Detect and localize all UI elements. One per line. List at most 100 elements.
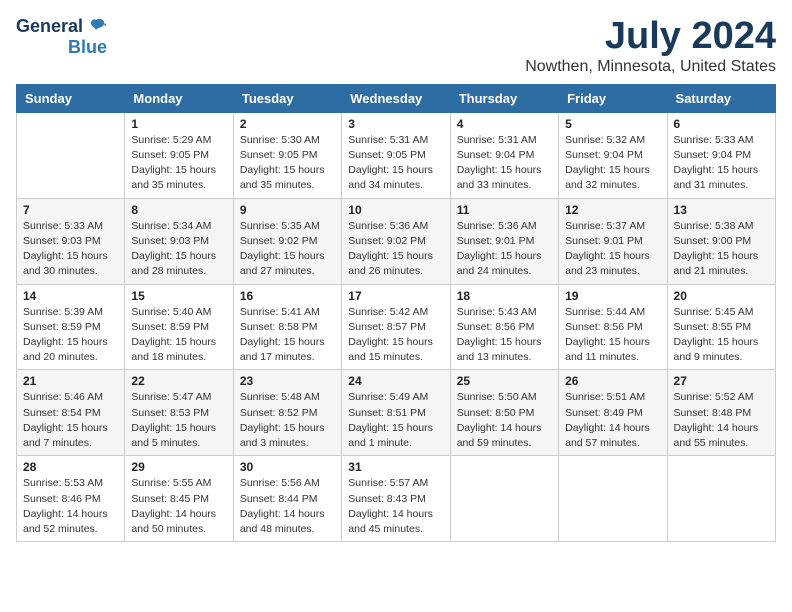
day-number: 11 — [457, 203, 552, 217]
calendar-cell: 20 Sunrise: 5:45 AM Sunset: 8:55 PM Dayli… — [667, 284, 775, 370]
day-number: 15 — [131, 289, 226, 303]
calendar-cell: 23 Sunrise: 5:48 AM Sunset: 8:52 PM Dayli… — [233, 370, 341, 456]
logo-bird-icon — [85, 16, 107, 38]
calendar-week-1: 1 Sunrise: 5:29 AM Sunset: 9:05 PM Daylig… — [17, 112, 776, 198]
weekday-header-wednesday: Wednesday — [342, 84, 450, 112]
day-info: Sunrise: 5:33 AM Sunset: 9:04 PM Dayligh… — [674, 133, 769, 194]
calendar-table: SundayMondayTuesdayWednesdayThursdayFrid… — [16, 84, 776, 542]
calendar-cell: 25 Sunrise: 5:50 AM Sunset: 8:50 PM Dayli… — [450, 370, 558, 456]
day-number: 6 — [674, 117, 769, 131]
calendar-cell: 4 Sunrise: 5:31 AM Sunset: 9:04 PM Daylig… — [450, 112, 558, 198]
weekday-header-saturday: Saturday — [667, 84, 775, 112]
calendar-cell — [667, 456, 775, 542]
weekday-header-tuesday: Tuesday — [233, 84, 341, 112]
day-number: 4 — [457, 117, 552, 131]
calendar-cell — [17, 112, 125, 198]
day-number: 16 — [240, 289, 335, 303]
day-number: 19 — [565, 289, 660, 303]
calendar-cell: 10Sunrise: 5:36 AM Sunset: 9:02 PM Dayli… — [342, 198, 450, 284]
calendar-cell: 24Sunrise: 5:49 AM Sunset: 8:51 PM Dayli… — [342, 370, 450, 456]
day-number: 30 — [240, 460, 335, 474]
day-info: Sunrise: 5:50 AM Sunset: 8:50 PM Dayligh… — [457, 390, 552, 451]
day-number: 20 — [674, 289, 769, 303]
calendar-cell: 21 Sunrise: 5:46 AM Sunset: 8:54 PM Dayli… — [17, 370, 125, 456]
day-number: 21 — [23, 374, 118, 388]
calendar-cell: 29 Sunrise: 5:55 AM Sunset: 8:45 PM Dayli… — [125, 456, 233, 542]
calendar-cell: 31 Sunrise: 5:57 AM Sunset: 8:43 PM Dayli… — [342, 456, 450, 542]
logo-text-blue: Blue — [68, 38, 107, 58]
calendar-cell: 7Sunrise: 5:33 AM Sunset: 9:03 PM Daylig… — [17, 198, 125, 284]
day-number: 29 — [131, 460, 226, 474]
day-info: Sunrise: 5:52 AM Sunset: 8:48 PM Dayligh… — [674, 390, 769, 451]
calendar-cell — [559, 456, 667, 542]
calendar-cell: 22Sunrise: 5:47 AM Sunset: 8:53 PM Dayli… — [125, 370, 233, 456]
day-number: 14 — [23, 289, 118, 303]
day-number: 23 — [240, 374, 335, 388]
calendar-cell: 6 Sunrise: 5:33 AM Sunset: 9:04 PM Daylig… — [667, 112, 775, 198]
day-info: Sunrise: 5:40 AM Sunset: 8:59 PM Dayligh… — [131, 305, 226, 366]
day-info: Sunrise: 5:38 AM Sunset: 9:00 PM Dayligh… — [674, 219, 769, 280]
day-number: 2 — [240, 117, 335, 131]
weekday-header-friday: Friday — [559, 84, 667, 112]
calendar-cell: 2 Sunrise: 5:30 AM Sunset: 9:05 PM Daylig… — [233, 112, 341, 198]
day-info: Sunrise: 5:32 AM Sunset: 9:04 PM Dayligh… — [565, 133, 660, 194]
day-number: 3 — [348, 117, 443, 131]
day-number: 22 — [131, 374, 226, 388]
weekday-header-monday: Monday — [125, 84, 233, 112]
calendar-cell: 26Sunrise: 5:51 AM Sunset: 8:49 PM Dayli… — [559, 370, 667, 456]
day-number: 31 — [348, 460, 443, 474]
day-info: Sunrise: 5:41 AM Sunset: 8:58 PM Dayligh… — [240, 305, 335, 366]
logo: General Blue — [16, 16, 107, 58]
calendar-cell: 30 Sunrise: 5:56 AM Sunset: 8:44 PM Dayli… — [233, 456, 341, 542]
day-info: Sunrise: 5:34 AM Sunset: 9:03 PM Dayligh… — [131, 219, 226, 280]
calendar-header: SundayMondayTuesdayWednesdayThursdayFrid… — [17, 84, 776, 112]
day-info: Sunrise: 5:45 AM Sunset: 8:55 PM Dayligh… — [674, 305, 769, 366]
calendar-week-5: 28Sunrise: 5:53 AM Sunset: 8:46 PM Dayli… — [17, 456, 776, 542]
calendar-week-4: 21 Sunrise: 5:46 AM Sunset: 8:54 PM Dayli… — [17, 370, 776, 456]
calendar-cell: 12 Sunrise: 5:37 AM Sunset: 9:01 PM Dayli… — [559, 198, 667, 284]
day-info: Sunrise: 5:57 AM Sunset: 8:43 PM Dayligh… — [348, 476, 443, 537]
day-info: Sunrise: 5:33 AM Sunset: 9:03 PM Dayligh… — [23, 219, 118, 280]
day-info: Sunrise: 5:56 AM Sunset: 8:44 PM Dayligh… — [240, 476, 335, 537]
day-number: 10 — [348, 203, 443, 217]
calendar-cell: 18 Sunrise: 5:43 AM Sunset: 8:56 PM Dayli… — [450, 284, 558, 370]
calendar-body: 1 Sunrise: 5:29 AM Sunset: 9:05 PM Daylig… — [17, 112, 776, 541]
day-info: Sunrise: 5:43 AM Sunset: 8:56 PM Dayligh… — [457, 305, 552, 366]
day-number: 1 — [131, 117, 226, 131]
day-info: Sunrise: 5:30 AM Sunset: 9:05 PM Dayligh… — [240, 133, 335, 194]
day-info: Sunrise: 5:29 AM Sunset: 9:05 PM Dayligh… — [131, 133, 226, 194]
day-number: 24 — [348, 374, 443, 388]
day-info: Sunrise: 5:37 AM Sunset: 9:01 PM Dayligh… — [565, 219, 660, 280]
day-number: 9 — [240, 203, 335, 217]
day-info: Sunrise: 5:55 AM Sunset: 8:45 PM Dayligh… — [131, 476, 226, 537]
day-number: 13 — [674, 203, 769, 217]
calendar-cell: 1 Sunrise: 5:29 AM Sunset: 9:05 PM Daylig… — [125, 112, 233, 198]
calendar-cell — [450, 456, 558, 542]
calendar-cell: 13 Sunrise: 5:38 AM Sunset: 9:00 PM Dayli… — [667, 198, 775, 284]
day-number: 17 — [348, 289, 443, 303]
weekday-header-thursday: Thursday — [450, 84, 558, 112]
calendar-cell: 15 Sunrise: 5:40 AM Sunset: 8:59 PM Dayli… — [125, 284, 233, 370]
day-info: Sunrise: 5:36 AM Sunset: 9:01 PM Dayligh… — [457, 219, 552, 280]
day-info: Sunrise: 5:48 AM Sunset: 8:52 PM Dayligh… — [240, 390, 335, 451]
calendar-cell: 5 Sunrise: 5:32 AM Sunset: 9:04 PM Daylig… — [559, 112, 667, 198]
calendar-cell: 11 Sunrise: 5:36 AM Sunset: 9:01 PM Dayli… — [450, 198, 558, 284]
calendar-cell: 3 Sunrise: 5:31 AM Sunset: 9:05 PM Daylig… — [342, 112, 450, 198]
calendar-cell: 8Sunrise: 5:34 AM Sunset: 9:03 PM Daylig… — [125, 198, 233, 284]
title-section: July 2024 Nowthen, Minnesota, United Sta… — [525, 16, 776, 76]
day-number: 12 — [565, 203, 660, 217]
day-number: 5 — [565, 117, 660, 131]
day-number: 18 — [457, 289, 552, 303]
header: General Blue July 2024 Nowthen, Minnesot… — [16, 16, 776, 76]
day-info: Sunrise: 5:31 AM Sunset: 9:04 PM Dayligh… — [457, 133, 552, 194]
location-title: Nowthen, Minnesota, United States — [525, 58, 776, 76]
calendar-cell: 19Sunrise: 5:44 AM Sunset: 8:56 PM Dayli… — [559, 284, 667, 370]
day-info: Sunrise: 5:42 AM Sunset: 8:57 PM Dayligh… — [348, 305, 443, 366]
calendar-week-2: 7Sunrise: 5:33 AM Sunset: 9:03 PM Daylig… — [17, 198, 776, 284]
day-info: Sunrise: 5:46 AM Sunset: 8:54 PM Dayligh… — [23, 390, 118, 451]
day-info: Sunrise: 5:51 AM Sunset: 8:49 PM Dayligh… — [565, 390, 660, 451]
day-number: 25 — [457, 374, 552, 388]
calendar-cell: 17 Sunrise: 5:42 AM Sunset: 8:57 PM Dayli… — [342, 284, 450, 370]
day-info: Sunrise: 5:31 AM Sunset: 9:05 PM Dayligh… — [348, 133, 443, 194]
calendar-cell: 16 Sunrise: 5:41 AM Sunset: 8:58 PM Dayli… — [233, 284, 341, 370]
